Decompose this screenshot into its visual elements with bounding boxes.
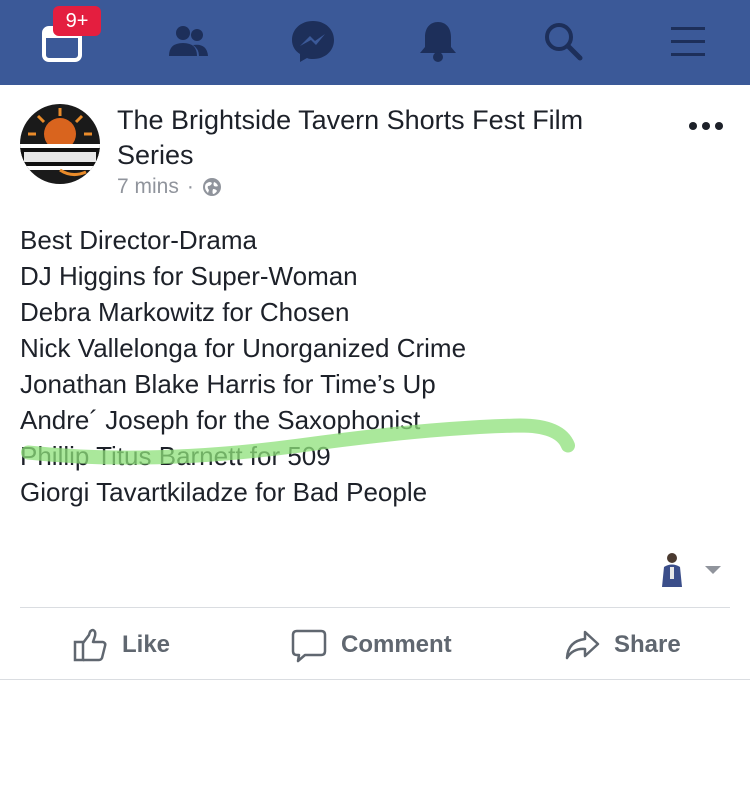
post-line: DJ Higgins for Super-Woman xyxy=(20,261,358,291)
post-meta: 7 mins · xyxy=(117,175,222,199)
friends-icon[interactable] xyxy=(163,16,213,66)
page-name[interactable]: The Brightside Tavern Shorts Fest Film S… xyxy=(117,103,657,173)
top-nav-bar: 9+ xyxy=(0,0,750,85)
comment-button[interactable]: Comment xyxy=(291,625,452,665)
comment-icon xyxy=(291,627,327,663)
thumbs-up-icon xyxy=(72,627,108,663)
post-line: Best Director-Drama xyxy=(20,225,257,255)
bell-icon[interactable] xyxy=(413,16,463,66)
chevron-down-icon[interactable] xyxy=(703,563,723,575)
reactor-avatar[interactable] xyxy=(658,551,686,589)
post-line: Debra Markowitz for Chosen xyxy=(20,297,350,327)
search-icon[interactable] xyxy=(538,16,588,66)
post-line: Nick Vallelonga for Unorganized Crime xyxy=(20,333,467,363)
post-time[interactable]: 7 mins xyxy=(117,175,179,199)
comment-label: Comment xyxy=(341,631,452,658)
like-button[interactable]: Like xyxy=(72,625,170,665)
post-body: Best Director-Drama DJ Higgins for Super… xyxy=(20,222,720,510)
like-label: Like xyxy=(122,631,171,658)
meta-separator: · xyxy=(186,175,194,198)
menu-icon[interactable] xyxy=(663,16,713,66)
divider xyxy=(20,607,730,608)
share-label: Share xyxy=(614,631,681,658)
post-line: Giorgi Tavartkiladze for Bad People xyxy=(20,477,428,507)
messenger-icon[interactable] xyxy=(288,16,338,66)
page-avatar[interactable] xyxy=(20,104,100,184)
more-options-icon[interactable] xyxy=(688,119,724,133)
divider xyxy=(0,679,750,680)
post-line: Phillip Titus Barnett for 509 xyxy=(20,441,331,471)
share-button[interactable]: Share xyxy=(564,625,681,665)
post-line: Jonathan Blake Harris for Time’s Up xyxy=(20,369,436,399)
post-line: Andre´ Joseph for the Saxophonist xyxy=(20,405,421,435)
globe-icon xyxy=(202,177,222,197)
notification-badge: 9+ xyxy=(53,6,101,36)
post-card: The Brightside Tavern Shorts Fest Film S… xyxy=(0,85,750,724)
share-icon xyxy=(564,627,600,663)
